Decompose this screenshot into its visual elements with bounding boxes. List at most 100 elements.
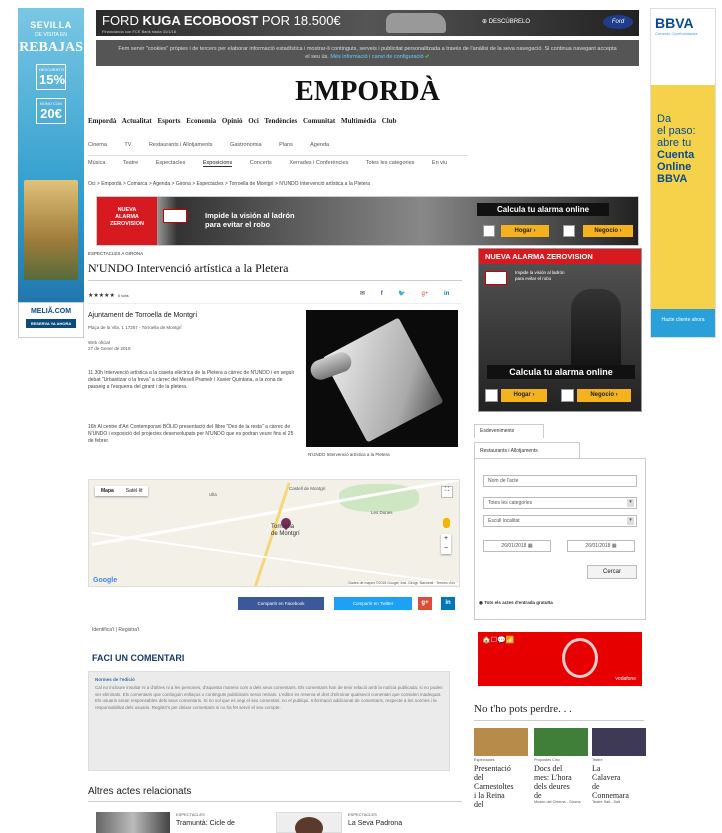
zoom-in-icon[interactable]: + [441,534,451,544]
tab-esdeveniments[interactable]: Esdeveniments [474,424,544,438]
related-title[interactable]: La Seva Padrona [348,820,402,827]
ad-cta-button[interactable]: RESERVA YA AHORA [25,319,77,328]
dont-miss-title[interactable]: Presentació del Carnestoltes i la Reina del [474,764,528,809]
article-category[interactable]: ESPECTACLES A GIRONA [88,251,143,256]
dont-miss-item[interactable]: Espectacles Presentació del Carnestoltes i … [474,728,528,809]
vodafone-ad[interactable]: 🏠☐💬📶 vodafone [478,632,642,686]
map-tab-satellite[interactable]: Satèl·lit [120,486,149,496]
nav-item-opinio[interactable]: Opinió [222,117,243,125]
subnav-agenda[interactable]: Agenda [310,142,329,148]
share-twitter-button[interactable]: Compartir en Twitter [334,597,412,610]
subnav-exposicions[interactable]: Exposicions [202,160,233,167]
left-ad-banner[interactable]: SEVILLA DE VISITA EN REBAJAS DESCUENTO 1… [18,8,84,338]
alarm-side-header: NUEVA ALARMA ZEROVISION [479,249,641,264]
ford-top-banner[interactable]: FORD KUGA ECOBOOST POR 18.500€ Financian… [96,10,639,36]
location-map[interactable]: Mapa Satèl·lit Castell de Montgrí Les Dun… [88,479,460,587]
alarm-side-banner[interactable]: NUEVA ALARMA ZEROVISION Impide la visión… [478,248,642,412]
nav-item-oci[interactable]: Oci [248,117,259,125]
nav-item-club[interactable]: Club [382,117,397,125]
subnav-en-viu[interactable]: En viu [432,160,447,166]
date-from-input[interactable]: 26/01/2018 ▦ [483,540,551,552]
alarm-side-message: Impide la visión al ladrón para evitar el… [515,270,565,281]
breadcrumb[interactable]: Oci > Empordà > Comarca > Agenda > Giron… [88,181,370,187]
nav-item-tendencies[interactable]: Tendències [264,117,297,125]
event-name-input[interactable]: Nom de l'acte [483,475,637,487]
map-tab-map[interactable]: Mapa [95,486,120,496]
free-events-checkbox[interactable]: ◉ Tots els actes d'entrada gratuïta [479,600,553,606]
tab-restaurants[interactable]: Restaurants i Allotjaments [474,442,580,458]
hogar-checkbox[interactable] [485,389,498,402]
nav-item-multimedia[interactable]: Multimèdia [341,117,376,125]
fullscreen-icon[interactable]: ⛶ [441,486,453,498]
negocio-button[interactable]: Negocio › [583,225,633,237]
nav-item-comunitat[interactable]: Comunitat [303,117,335,125]
bbva-cta-button[interactable]: Hazte cliente ahora [651,309,715,337]
category-select[interactable]: Totes les categories ▾ [483,497,637,509]
venue-name[interactable]: Ajuntament de Torroella de Montgrí [88,312,197,319]
mail-icon[interactable]: ✉ [360,291,365,297]
subnav-xerrades[interactable]: Xerrades i Conferències [289,160,348,166]
calendar-icon[interactable]: ▦ [528,543,533,549]
hogar-button[interactable]: Hogar › [501,389,547,402]
dont-miss-item[interactable]: Propostes Cinc Docs del mes: L'hora dels d… [534,728,588,804]
dont-miss-image[interactable] [474,728,528,756]
location-select[interactable]: Escull localitat ▾ [483,515,637,527]
negocio-checkbox[interactable] [561,389,574,402]
subnav-concerts[interactable]: Concerts [250,160,272,166]
photo-paper [322,317,444,443]
dont-miss-title[interactable]: Docs del mes: L'hora dels deures de [534,764,588,800]
facebook-icon[interactable]: f [381,291,383,297]
googleplus-icon[interactable]: g+ [422,291,429,297]
nav-item-esports[interactable]: Esports [157,117,180,125]
subnav-totes[interactable]: Totes les categories [366,160,415,166]
subnav-espectacles[interactable]: Espectacles [156,160,186,166]
calendar-icon[interactable]: ▦ [612,543,617,549]
login-register-link[interactable]: Identifica't | Registra't [92,627,139,633]
subnav-musica[interactable]: Música [88,160,105,166]
discover-button[interactable]: ⊕ DESCÚBRELO [482,18,530,25]
divider [88,303,462,304]
linkedin-icon[interactable]: in [444,291,449,297]
subnav-cinema[interactable]: Cinema [88,142,107,148]
hogar-button[interactable]: Hogar › [501,225,549,237]
nav-item-emporda[interactable]: Empordà [88,117,116,125]
alarm-side-cta[interactable]: Calcula tu alarma online [487,365,635,379]
share-facebook-button[interactable]: Compartir en Facebook [238,597,324,610]
related-image[interactable] [96,812,170,833]
subnav-restaurants[interactable]: Restaurants i Allotjaments [149,142,213,148]
dont-miss-image[interactable] [534,728,588,756]
dont-miss-title[interactable]: La Calavera de Connemara [592,764,646,800]
site-logo[interactable]: EMPORDÀ [96,76,639,108]
alarm-wide-banner[interactable]: NUEVA ALARMA ZEROVISION Impide la visión… [96,196,639,246]
nav-item-economia[interactable]: Economia [186,117,216,125]
subnav-gastronomia[interactable]: Gastronomia [230,142,262,148]
negocio-checkbox[interactable] [563,225,575,237]
rating-stars[interactable]: ★★★★★ 0 vots [88,292,129,299]
hogar-checkbox[interactable] [483,225,495,237]
negocio-button[interactable]: Negocio › [577,389,631,402]
article-photo[interactable] [306,310,458,447]
alarm-cta[interactable]: Calcula tu alarma online [477,203,610,216]
subnav-plans[interactable]: Plans [279,142,293,148]
twitter-icon[interactable]: 🐦 [398,291,405,297]
search-button[interactable]: Cercar [587,565,637,579]
cookie-accept-icon[interactable]: ✔ [425,54,430,60]
right-ad-banner[interactable]: BBVA Creando Oportunidades Da el paso: a… [650,8,716,338]
official-web-link[interactable]: Web oficial [88,340,110,345]
venue-address: Plaça de la Vila, 1 17257 - Torroella de… [88,325,182,330]
related-title[interactable]: Tramuntà: Cicle de [176,820,235,827]
date-to-input[interactable]: 26/01/2018 ▦ [567,540,635,552]
street-view-icon[interactable] [443,518,450,528]
related-image[interactable] [276,812,342,833]
dont-miss-image[interactable] [592,728,646,756]
zoom-out-icon[interactable]: − [441,544,451,554]
comment-norms-title[interactable]: Normes de l'edició [95,677,443,682]
nav-item-actualitat[interactable]: Actualitat [122,117,152,125]
subnav-tv[interactable]: TV [124,142,131,148]
dont-miss-item[interactable]: Teatre La Calavera de Connemara Teatre Salt… [592,728,646,804]
subnav-teatre[interactable]: Teatre [123,160,138,166]
cookie-more-info-link[interactable]: Més informació i canvi de configuració [330,54,423,60]
share-linkedin-button[interactable]: in [441,597,455,610]
map-attribution[interactable]: Dades de mapes ©2018 Google, Inst. Geogr… [348,581,455,585]
share-googleplus-button[interactable]: g+ [418,597,432,610]
